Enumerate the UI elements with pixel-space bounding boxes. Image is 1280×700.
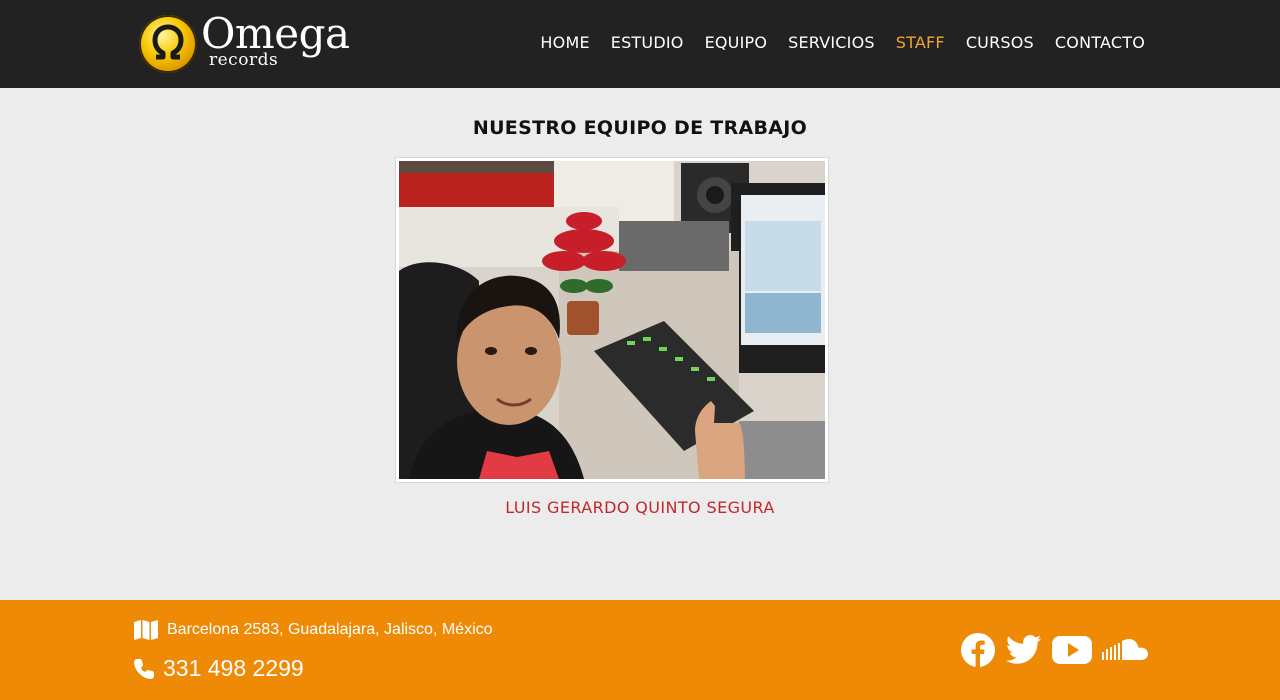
site-header: Omega records HOME ESTUDIO EQUIPO SERVIC… <box>0 0 1280 88</box>
nav-contacto[interactable]: CONTACTO <box>1055 33 1145 52</box>
logo-subtitle: records <box>209 50 279 70</box>
social-links <box>960 632 1148 668</box>
map-icon <box>134 620 158 640</box>
phone-icon <box>134 658 154 679</box>
phone-line[interactable]: 331 498 2299 <box>133 655 304 682</box>
nav-servicios[interactable]: SERVICIOS <box>788 33 875 52</box>
omega-records-logo[interactable]: Omega records <box>139 9 350 75</box>
facebook-icon[interactable] <box>960 632 996 668</box>
soundcloud-icon[interactable] <box>1102 638 1148 662</box>
site-footer: Barcelona 2583, Guadalajara, Jalisco, Mé… <box>0 600 1280 700</box>
twitter-icon[interactable] <box>1006 635 1042 665</box>
address-line: Barcelona 2583, Guadalajara, Jalisco, Mé… <box>133 619 493 641</box>
nav-equipo[interactable]: EQUIPO <box>705 33 768 52</box>
address-text: Barcelona 2583, Guadalajara, Jalisco, Mé… <box>167 621 493 638</box>
nav-home[interactable]: HOME <box>540 33 589 52</box>
staff-member-name: LUIS GERARDO QUINTO SEGURA <box>505 498 775 517</box>
staff-photo <box>395 157 829 483</box>
phone-number[interactable]: 331 498 2299 <box>163 655 304 682</box>
page-title: NUESTRO EQUIPO DE TRABAJO <box>472 117 808 139</box>
nav-cursos[interactable]: CURSOS <box>966 33 1034 52</box>
staff-photo-image <box>399 161 825 479</box>
omega-badge-icon <box>139 15 197 73</box>
nav-staff[interactable]: STAFF <box>896 33 945 52</box>
youtube-icon[interactable] <box>1052 635 1092 665</box>
main-nav: HOME ESTUDIO EQUIPO SERVICIOS STAFF CURS… <box>540 33 1145 52</box>
nav-estudio[interactable]: ESTUDIO <box>611 33 684 52</box>
